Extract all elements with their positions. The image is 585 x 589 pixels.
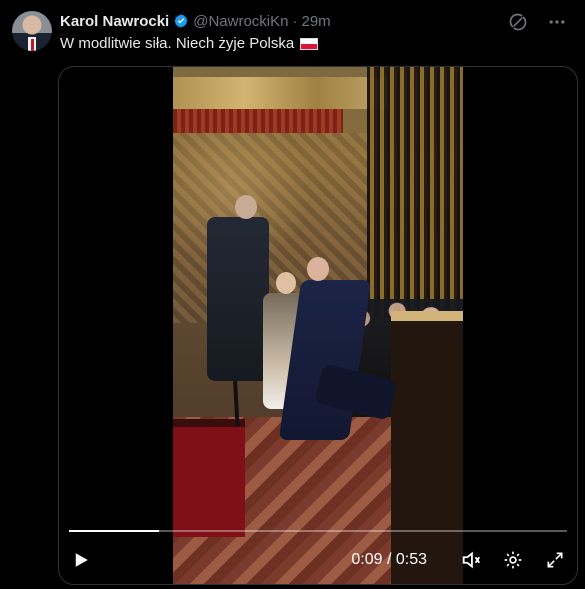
kneeling-man-head — [307, 257, 329, 281]
post-time[interactable]: 29m — [301, 13, 330, 30]
poland-flag-icon — [300, 37, 319, 50]
grok-icon[interactable] — [506, 10, 530, 34]
video-player[interactable]: 0:09 / 0:53 — [58, 66, 578, 585]
standing-man-head — [235, 195, 257, 219]
settings-gear-icon[interactable] — [501, 548, 525, 572]
post-actions — [506, 10, 569, 34]
ornate-gate — [367, 67, 463, 317]
author-name[interactable]: Karol Nawrocki — [60, 13, 169, 30]
author-handle[interactable]: @NawrockiKn — [193, 13, 288, 30]
duration: 0:53 — [395, 551, 427, 568]
time-separator: / — [382, 551, 396, 568]
current-time: 0:09 — [351, 551, 383, 568]
fullscreen-icon[interactable] — [543, 548, 567, 572]
tweet-text: W modlitwie siła. Niech żyje Polska — [60, 35, 319, 52]
tweet-body: W modlitwie siła. Niech żyje Polska — [60, 35, 295, 52]
meta-separator: · — [292, 12, 298, 30]
standing-man — [207, 217, 269, 381]
video-progress-fill — [69, 530, 159, 532]
gold-ornament — [173, 77, 388, 109]
avatar-tie — [31, 39, 34, 51]
red-fringe-decoration — [173, 109, 343, 133]
video-progress-bar[interactable] — [69, 530, 567, 532]
post-header: Karol Nawrocki @NawrockiKn · 29m — [60, 11, 331, 31]
red-bench — [173, 419, 245, 537]
volume-muted-icon[interactable] — [459, 548, 483, 572]
wooden-lectern — [391, 311, 463, 584]
kneeling-woman-head — [276, 272, 296, 294]
avatar[interactable] — [12, 11, 52, 51]
more-icon[interactable] — [545, 10, 569, 34]
play-icon[interactable] — [69, 548, 93, 572]
video-frame[interactable] — [173, 67, 463, 584]
video-controls: 0:09 / 0:53 — [69, 547, 567, 573]
video-timecode: 0:09 / 0:53 — [351, 551, 427, 569]
verified-badge-icon — [173, 13, 189, 29]
